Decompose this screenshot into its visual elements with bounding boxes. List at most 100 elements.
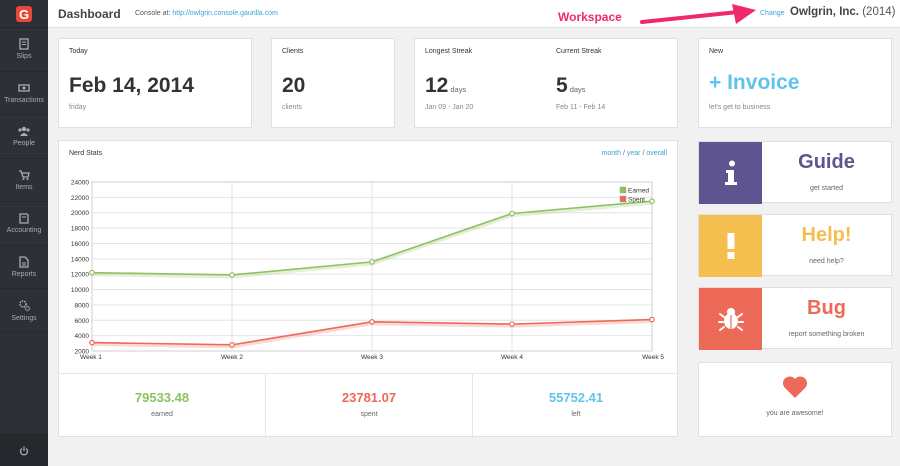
console-info: Console at: http://owlgrin.console.gauri… [135,10,278,17]
bug-icon-box [699,288,762,350]
earned-total: 79533.48 earned [59,374,266,437]
today-value: Feb 14, 2014 [69,74,194,97]
console-link[interactable]: http://owlgrin.console.gaurilla.com [172,10,277,17]
workspace-name: Owlgrin, Inc. (2014) [790,6,895,18]
data-point-earned [89,269,95,276]
left-label: left [571,411,581,418]
sidebar-item-label: Items [15,183,33,191]
x-tick-label: Week 3 [361,354,383,361]
help-sub: need help? [809,258,844,265]
exclamation-icon [727,233,734,259]
help-title: Help! [801,224,852,246]
power-button[interactable] [0,434,48,466]
sidebar-item-transactions[interactable]: Transactions [0,72,48,115]
sidebar: G Slips Transactions People Items Accoun… [0,0,48,466]
guide-title: Guide [798,151,855,173]
legend-swatch [619,186,627,194]
x-tick-label: Week 5 [642,354,664,361]
sidebar-item-label: Transactions [4,96,44,104]
earned-label: earned [151,411,173,418]
app-logo[interactable]: G [0,0,48,28]
y-tick-label: 14000 [71,256,89,263]
items-icon [19,170,30,180]
bug-tile[interactable]: Bug report something broken [698,287,892,350]
y-tick-label: 10000 [71,287,89,294]
earned-value: 79533.48 [134,390,190,405]
svg-text:G: G [19,7,29,22]
longest-streak-range: Jan 09 - Jan 20 [425,104,474,111]
help-icon-box [699,215,762,277]
guide-tile[interactable]: Guide get started [698,141,892,204]
sidebar-item-slips[interactable]: Slips [0,28,48,72]
x-tick-label: Week 4 [501,354,523,361]
sidebar-item-label: Accounting [6,227,42,235]
change-workspace-link[interactable]: Change [760,10,785,17]
current-streak-number: 5 [556,74,568,97]
nerd-stats-panel: Nerd Stats month / year / overall 2000 40… [58,140,679,437]
longest-streak-number: 12 [425,74,449,97]
sidebar-item-accounting[interactable]: Accounting [0,202,48,246]
current-streak-value: 5 days [556,74,586,98]
data-point-spent [649,316,655,323]
data-point-earned [369,259,375,265]
longest-streak-value: 12 days [425,74,466,98]
console-label: Console at: [135,10,171,17]
workspace-year: (2014) [862,6,896,18]
awesome-text: you are awesome! [766,410,824,417]
new-label: New [709,48,724,55]
legend-label: Spent [628,197,645,204]
new-invoice-card[interactable]: New + Invoice let's get to business [698,38,892,128]
new-invoice-button[interactable]: + Invoice [709,71,799,95]
longest-streak-unit: days [450,85,467,94]
power-icon [19,446,29,456]
workspace-annotation: Workspace [558,10,622,24]
sidebar-item-items[interactable]: Items [0,159,48,202]
data-point-spent [229,342,235,348]
left-total: 55752.41 left [473,374,679,437]
longest-streak-label: Longest Streak [425,48,473,55]
clients-sub: clients [282,104,302,111]
y-tick-label: 20000 [71,210,89,217]
legend-swatch [619,195,627,203]
data-point-earned [229,272,235,278]
sidebar-item-people[interactable]: People [0,115,48,159]
spent-value: 23781.07 [341,390,397,405]
legend-label: Earned [628,188,649,195]
y-tick-label: 18000 [71,226,89,233]
spent-label: spent [360,411,378,418]
settings-icon [18,299,30,311]
y-tick-label: 22000 [71,195,89,202]
clients-label: Clients [282,48,304,55]
y-tick-label: 24000 [71,180,89,187]
people-icon [18,127,30,137]
current-streak-range: Feb 11 - Feb 14 [556,104,606,111]
nerd-stats-chart: 2000400060008000100001200014000160001800… [71,180,664,362]
y-tick-label: 8000 [75,302,90,309]
bug-icon [717,308,744,331]
new-invoice-sub: let's get to business [709,104,771,111]
spent-total: 23781.07 spent [266,374,473,437]
y-tick-label: 16000 [71,241,89,248]
data-point-earned [509,210,515,217]
sidebar-item-label: People [13,140,35,148]
awesome-card: you are awesome! [698,362,892,437]
transactions-icon [18,84,30,92]
page-title: Dashboard [58,7,121,21]
guide-icon-box [699,142,762,204]
bug-title: Bug [807,297,846,319]
x-tick-label: Week 1 [80,354,102,361]
sidebar-item-settings[interactable]: Settings [0,289,48,333]
sidebar-item-reports[interactable]: Reports [0,246,48,289]
totals-row: 79533.48 earned 23781.07 spent 55752.41 … [59,373,679,437]
today-label: Today [69,48,88,55]
sidebar-item-label: Slips [16,53,32,61]
today-card: Today Feb 14, 2014 friday [58,38,252,128]
clients-card[interactable]: Clients 20 clients [271,38,395,128]
help-tile[interactable]: Help! need help? [698,214,892,277]
data-point-earned [649,198,655,205]
sidebar-item-label: Settings [11,314,37,322]
info-icon [724,160,737,185]
slips-icon [19,38,29,50]
bug-sub: report something broken [788,331,865,338]
reports-icon [19,256,29,268]
